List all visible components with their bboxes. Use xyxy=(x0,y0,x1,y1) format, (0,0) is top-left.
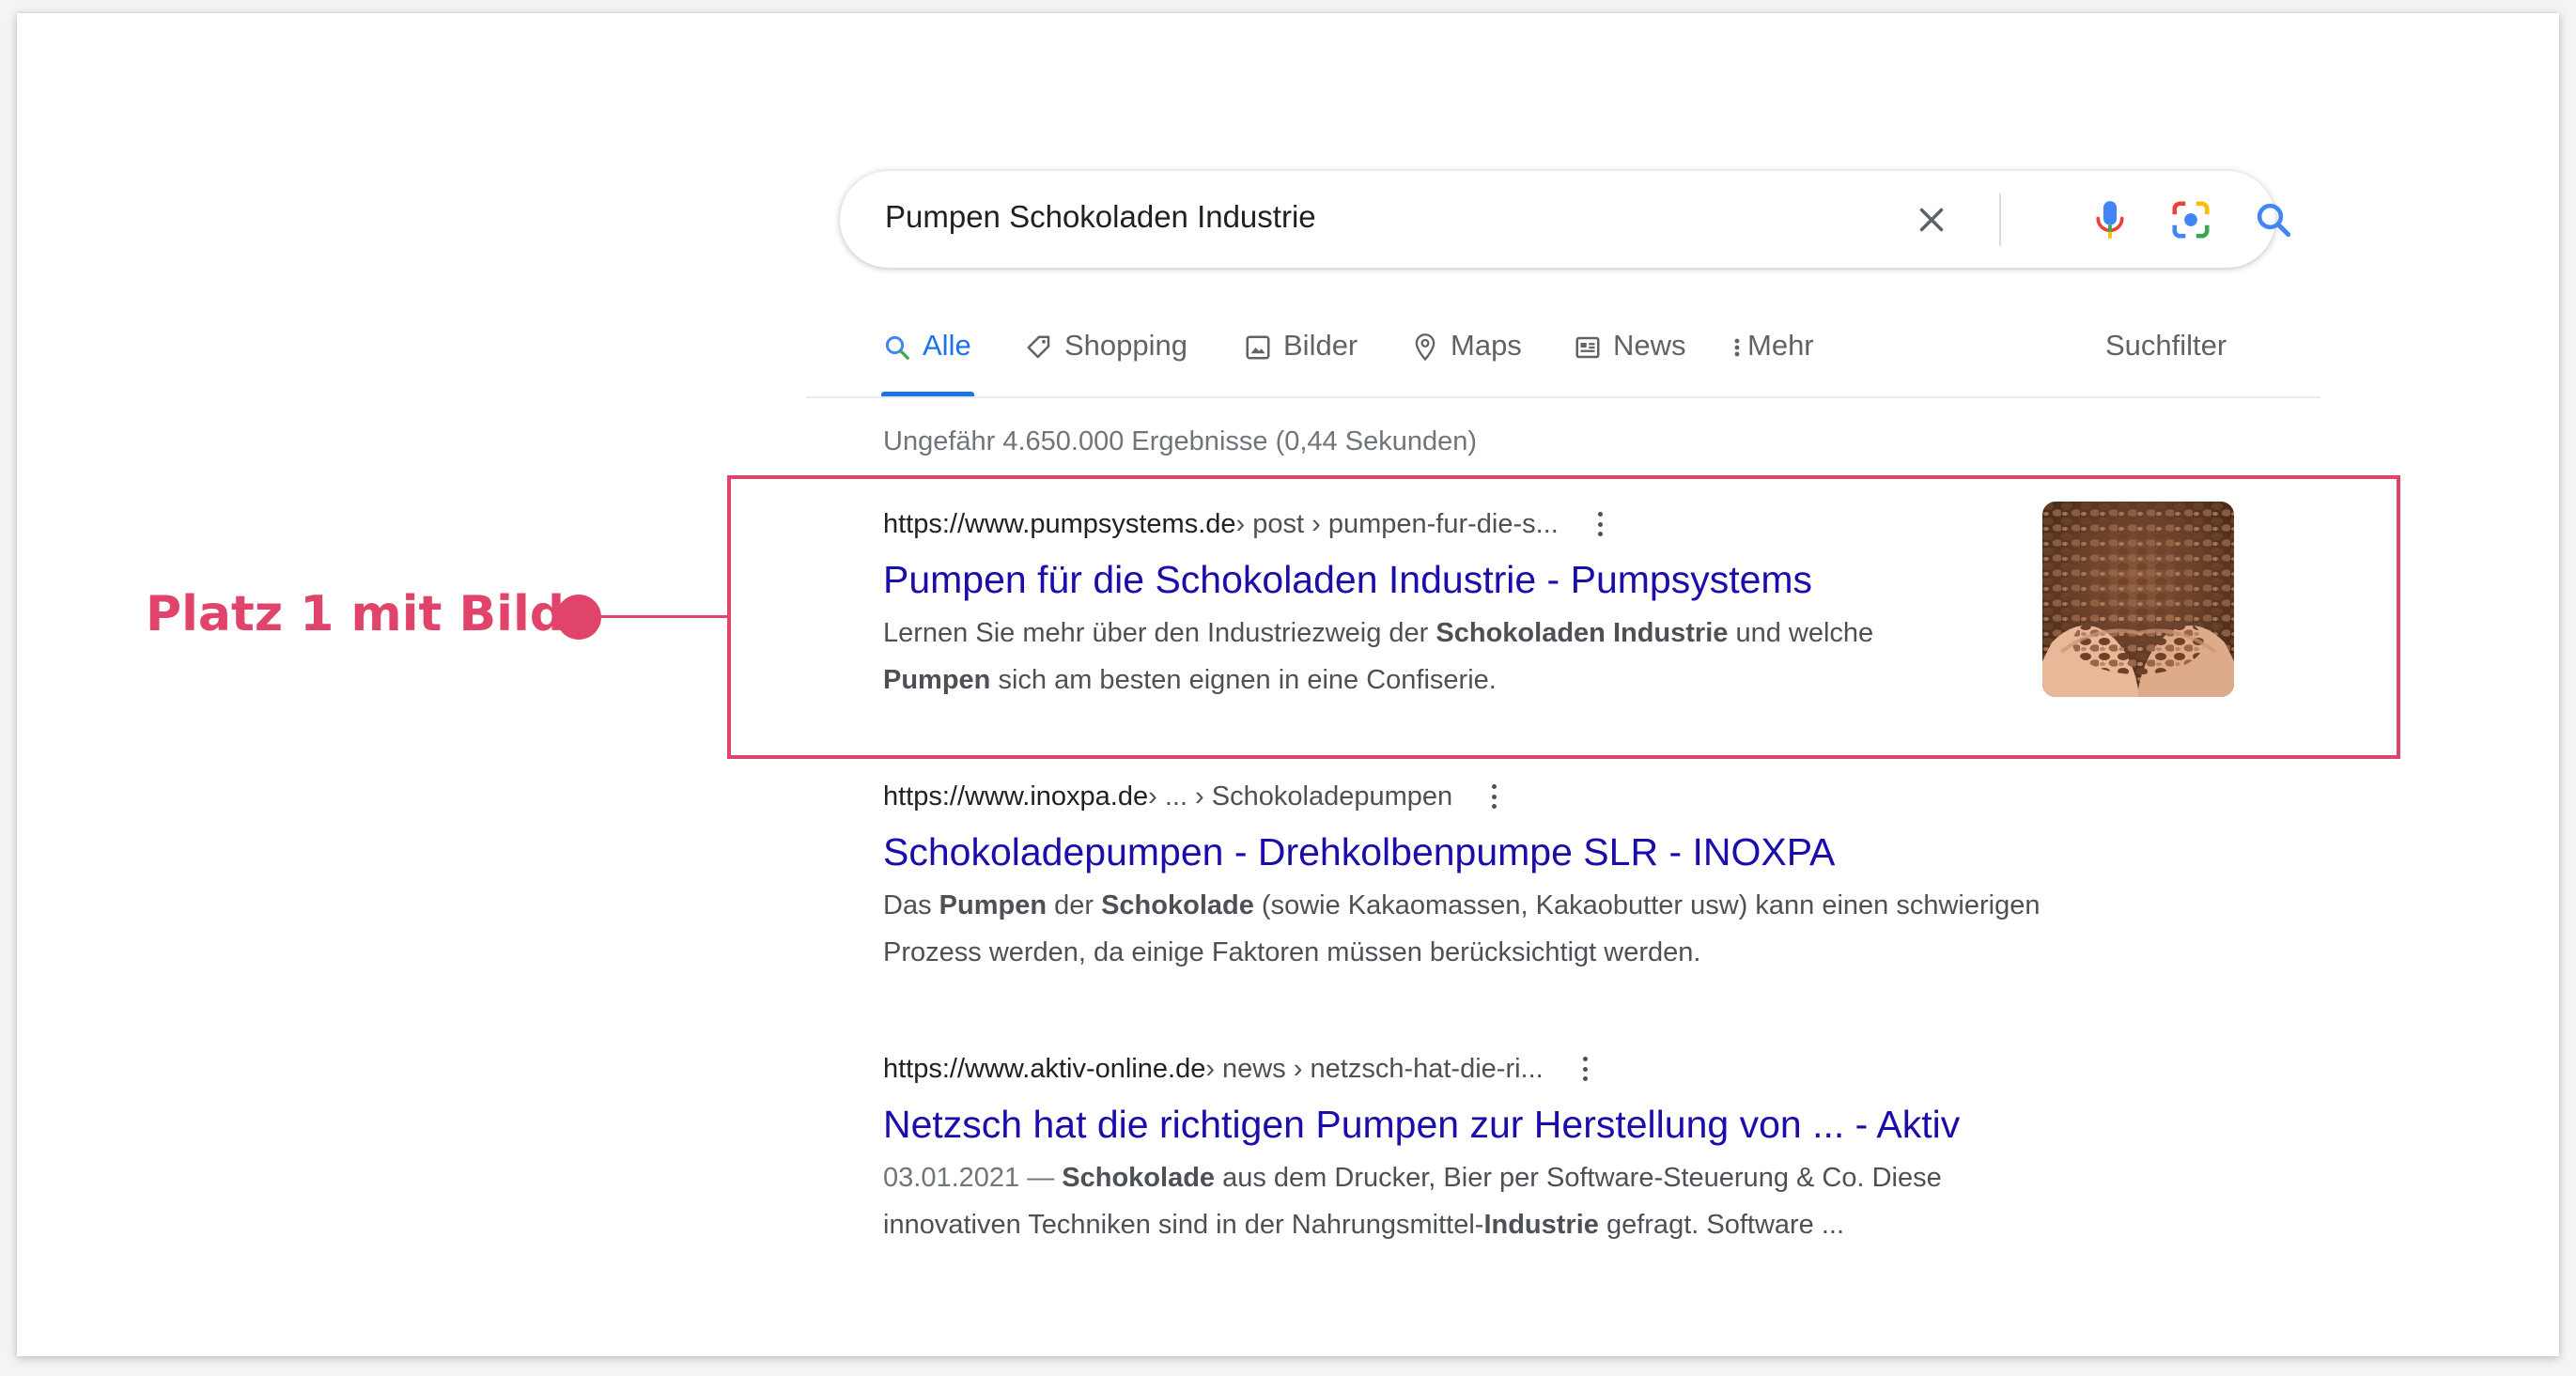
close-icon[interactable] xyxy=(1907,195,1956,244)
more-options-icon[interactable] xyxy=(1582,1057,1588,1081)
result-url[interactable]: https://www.aktiv-online.de › news › net… xyxy=(883,1048,2198,1090)
search-divider xyxy=(1999,193,2001,246)
search-icon xyxy=(881,329,913,366)
search-bar[interactable]: Pumpen Schokoladen Industrie xyxy=(840,171,2291,268)
tools-button[interactable]: Suchfilter xyxy=(2105,329,2227,363)
tab-alle[interactable]: Alle xyxy=(881,329,971,396)
tag-icon xyxy=(1023,329,1055,366)
microphone-icon[interactable] xyxy=(2086,195,2134,244)
search-result: https://www.inoxpa.de › ... › Schokolade… xyxy=(883,776,2198,976)
tab-shopping[interactable]: Shopping xyxy=(1023,329,1187,396)
result-domain: https://www.aktiv-online.de xyxy=(883,1054,1206,1084)
tab-label: News xyxy=(1613,329,1686,362)
snippet-text: gefragt. Software ... xyxy=(1598,1210,1845,1240)
search-icon[interactable] xyxy=(2249,195,2298,244)
tab-maps[interactable]: Maps xyxy=(1409,329,1522,396)
result-snippet: 03.01.2021 — Schokolade aus dem Drucker,… xyxy=(883,1154,2142,1248)
camera-lens-icon[interactable] xyxy=(2166,195,2215,244)
tab-news[interactable]: News xyxy=(1572,329,1686,396)
tab-label: Mehr xyxy=(1747,329,1814,362)
highlight-box xyxy=(727,475,2400,759)
result-breadcrumb: › news › netzsch-hat-die-ri... xyxy=(1205,1054,1544,1084)
newspaper-icon xyxy=(1572,329,1604,366)
result-snippet: Das Pumpen der Schokolade (sowie Kakaoma… xyxy=(883,882,2142,976)
image-icon xyxy=(1242,329,1274,366)
snippet-text: aus dem Drucker, Bier per Software-Steue… xyxy=(1215,1163,1942,1193)
search-input[interactable]: Pumpen Schokoladen Industrie xyxy=(885,199,1316,235)
result-stats: Ungefähr 4.650.000 Ergebnisse (0,44 Seku… xyxy=(883,426,1477,456)
snippet-text: (sowie Kakaomassen, Kakaobutter usw) kan… xyxy=(1253,890,2041,920)
map-pin-icon xyxy=(1409,329,1441,366)
more-vertical-icon xyxy=(1730,329,1744,366)
search-result: https://www.aktiv-online.de › news › net… xyxy=(883,1048,2198,1248)
tab-label: Alle xyxy=(923,329,971,362)
result-breadcrumb: › ... › Schokoladepumpen xyxy=(1148,781,1453,812)
snippet-highlight: Industrie xyxy=(1483,1210,1599,1240)
result-domain: https://www.inoxpa.de xyxy=(883,781,1149,812)
result-title[interactable]: Schokoladepumpen - Drehkolbenpumpe SLR -… xyxy=(883,830,2198,874)
tab-label: Bilder xyxy=(1283,329,1358,362)
snippet-highlight: Schokolade xyxy=(1101,890,1254,920)
tab-bilder[interactable]: Bilder xyxy=(1242,329,1358,396)
more-options-icon[interactable] xyxy=(1492,784,1497,809)
snippet-text: Prozess werden, da einige Faktoren müsse… xyxy=(883,937,1701,967)
result-url[interactable]: https://www.inoxpa.de › ... › Schokolade… xyxy=(883,776,2198,817)
result-title[interactable]: Netzsch hat die richtigen Pumpen zur Her… xyxy=(883,1103,2198,1147)
snippet-text: innovativen Techniken sind in der Nahrun… xyxy=(883,1210,1484,1240)
snippet-highlight: Schokolade xyxy=(1062,1163,1216,1193)
tab-mehr[interactable]: Mehr xyxy=(1730,329,1814,396)
callout-label: Platz 1 mit Bild xyxy=(146,586,566,642)
snippet-highlight: Pumpen xyxy=(939,890,1047,920)
tab-label: Maps xyxy=(1451,329,1522,362)
result-date: 03.01.2021 — xyxy=(883,1163,1063,1193)
tab-label: Shopping xyxy=(1064,329,1188,362)
snippet-text: der xyxy=(1047,890,1102,920)
tabs-divider xyxy=(806,396,2320,398)
snippet-text: Das xyxy=(883,890,939,920)
